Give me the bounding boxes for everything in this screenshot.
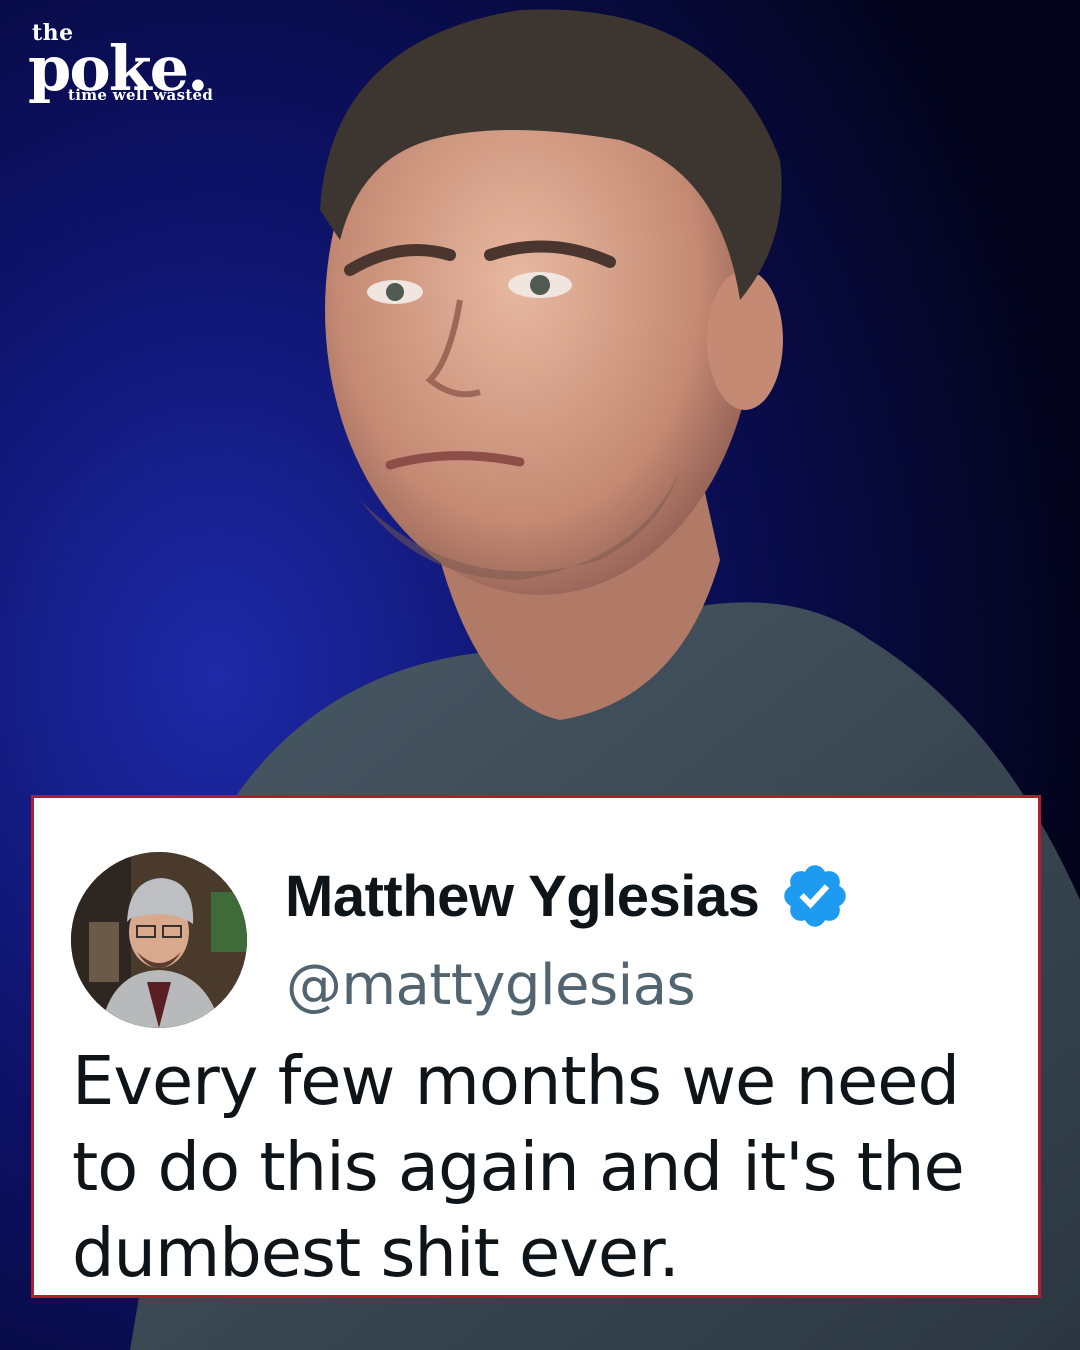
tweet-card: Matthew Yglesias @mattyglesias Every few… [31,795,1041,1298]
verified-badge-icon [779,860,851,932]
display-name-text[interactable]: Matthew Yglesias [285,863,760,930]
display-name[interactable]: Matthew Yglesias [285,860,851,932]
user-handle[interactable]: @mattyglesias [286,953,696,1018]
logo-tagline: time well wasted [68,86,214,104]
the-poke-logo: the poke. time well wasted [28,22,213,103]
tweet-text: Every few months we need to do this agai… [72,1042,965,1292]
avatar [71,852,247,1028]
